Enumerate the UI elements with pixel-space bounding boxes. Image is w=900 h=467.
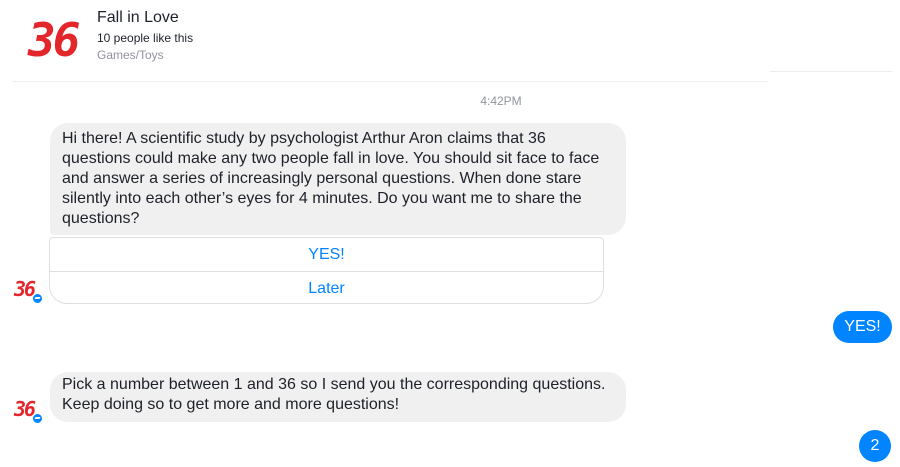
messenger-icon	[32, 413, 43, 424]
page-likes: 10 people like this	[97, 31, 194, 45]
bot-message-bubble: Hi there! A scientific study by psycholo…	[50, 123, 626, 235]
quick-reply-yes-button[interactable]: YES!	[50, 238, 603, 271]
messenger-icon	[32, 293, 43, 304]
page-header: 36 Fall in Love 10 people like this Game…	[0, 0, 900, 82]
message-timestamp: 4:42PM	[480, 94, 522, 108]
page-category: Games/Toys	[97, 48, 164, 62]
page-title[interactable]: Fall in Love	[97, 9, 179, 27]
quick-replies: YES! Later	[49, 237, 604, 304]
header-divider-right	[770, 71, 892, 72]
unread-count-badge[interactable]: 2	[859, 430, 891, 462]
quick-reply-later-button[interactable]: Later	[50, 271, 603, 303]
header-divider	[12, 81, 768, 82]
page-logo[interactable]: 36	[28, 17, 84, 63]
user-message-bubble: YES!	[833, 311, 892, 343]
bot-message-bubble: Pick a number between 1 and 36 so I send…	[50, 372, 626, 422]
